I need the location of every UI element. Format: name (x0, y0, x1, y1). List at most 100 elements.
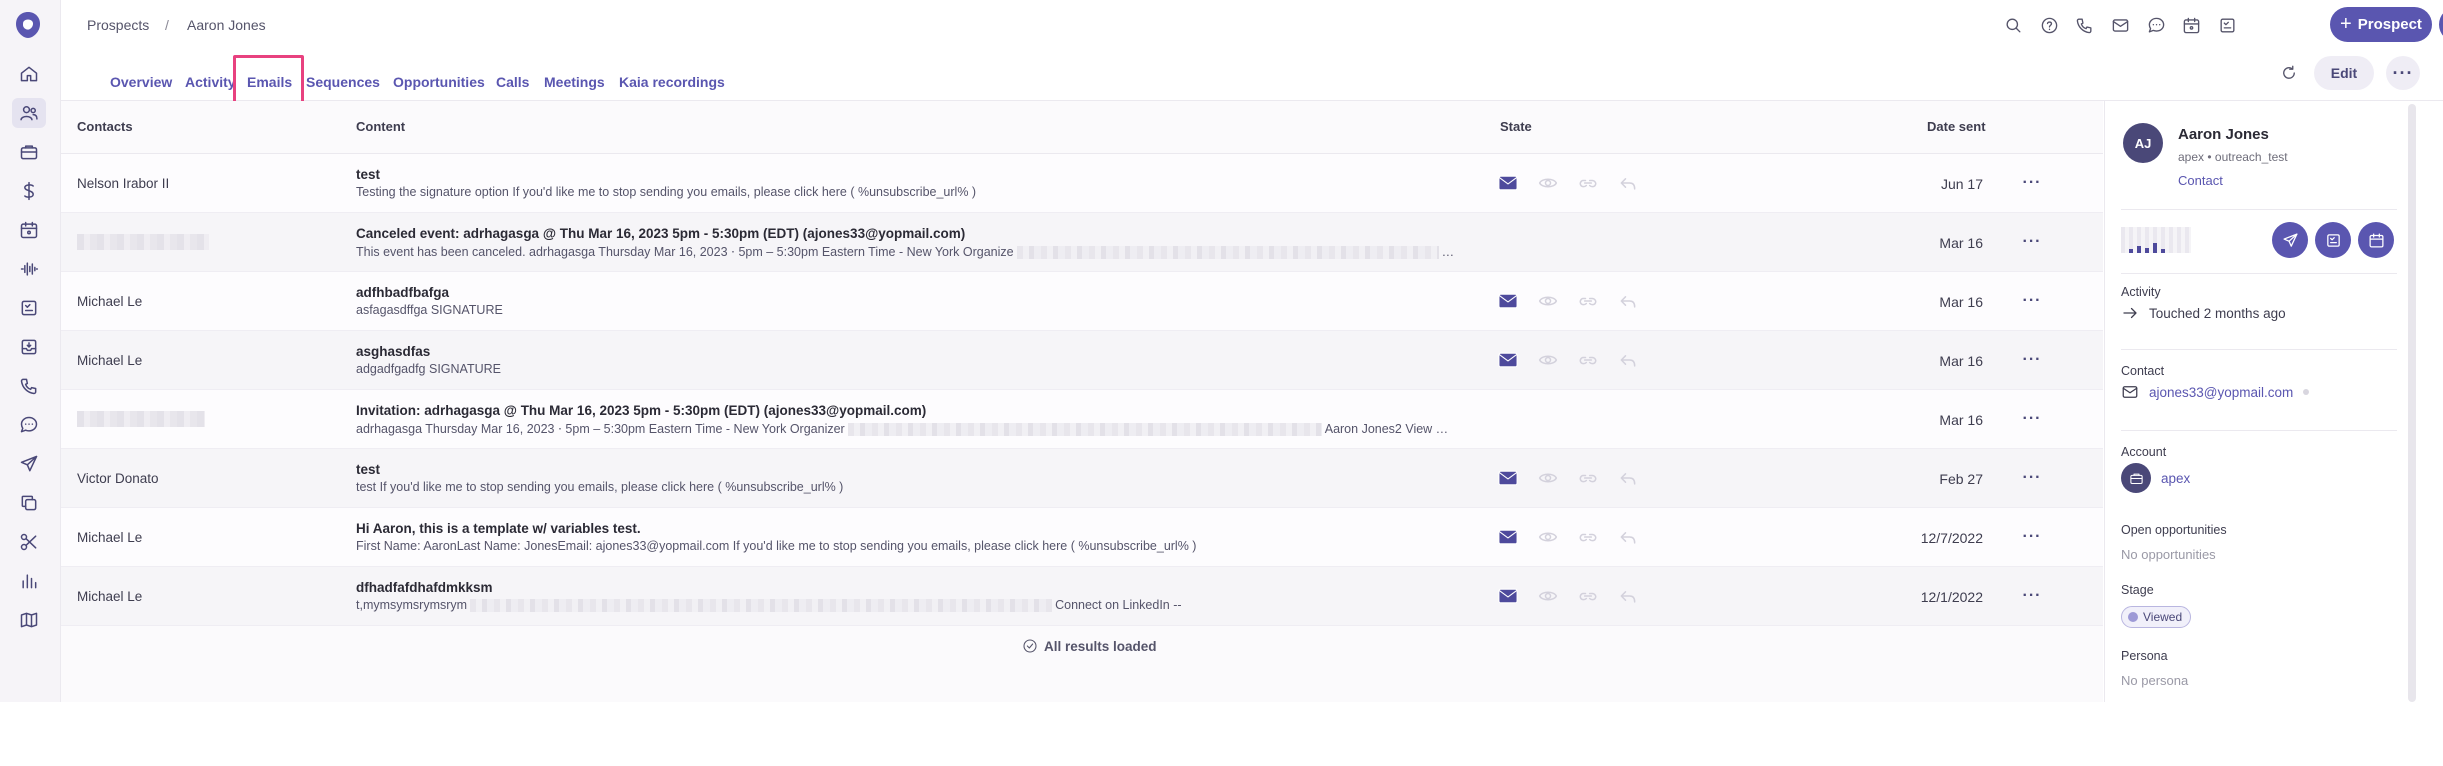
row-more-icon[interactable]: ··· (2019, 347, 2045, 373)
send-icon[interactable] (12, 449, 46, 479)
scissors-icon[interactable] (12, 527, 46, 557)
chat-icon[interactable] (2144, 13, 2168, 37)
bar-chart-icon[interactable] (12, 566, 46, 596)
replied-icon[interactable] (1616, 173, 1640, 193)
panel-scrollbar[interactable] (2408, 104, 2416, 702)
delivered-mail-icon[interactable] (1496, 586, 1520, 606)
row-contact[interactable]: Nelson Irabor II (77, 176, 169, 191)
phone-icon[interactable] (2072, 13, 2096, 37)
table-row[interactable]: Michael Le Hi Aaron, this is a template … (61, 508, 2103, 567)
row-more-icon[interactable]: ··· (2019, 229, 2045, 255)
row-more-icon[interactable]: ··· (2019, 465, 2045, 491)
table-row[interactable]: Nelson Irabor II test Testing the signat… (61, 154, 2103, 213)
mail-icon[interactable] (2108, 13, 2132, 37)
header-state[interactable]: State (1500, 119, 1532, 134)
row-subject[interactable]: Invitation: adrhagasga @ Thu Mar 16, 202… (356, 403, 926, 418)
add-task-button[interactable] (2315, 222, 2351, 258)
row-subject[interactable]: test (356, 167, 380, 182)
tab-opportunities[interactable]: Opportunities (393, 74, 485, 90)
outreach-logo-icon[interactable] (15, 11, 41, 39)
table-row[interactable]: Victor Donato test test If you'd like me… (61, 449, 2103, 508)
map-icon[interactable] (12, 605, 46, 635)
tab-calls[interactable]: Calls (496, 74, 529, 90)
clicked-link-icon[interactable] (1576, 173, 1600, 193)
delivered-mail-icon[interactable] (1496, 468, 1520, 488)
tab-overview[interactable]: Overview (110, 74, 172, 90)
row-more-icon[interactable]: ··· (2019, 583, 2045, 609)
header-content[interactable]: Content (356, 119, 405, 134)
task-icon[interactable] (12, 293, 46, 323)
row-more-icon[interactable]: ··· (2019, 288, 2045, 314)
row-more-icon[interactable]: ··· (2019, 170, 2045, 196)
refresh-icon[interactable] (2272, 56, 2306, 90)
clicked-link-icon[interactable] (1576, 350, 1600, 370)
tab-activity[interactable]: Activity (185, 74, 236, 90)
inbox-icon[interactable] (12, 332, 46, 362)
table-row[interactable]: Invitation: adrhagasga @ Thu Mar 16, 202… (61, 390, 2103, 449)
opened-eye-icon[interactable] (1536, 350, 1560, 370)
row-subject[interactable]: asghasdfas (356, 344, 430, 359)
stage-badge[interactable]: Viewed (2121, 606, 2192, 628)
delivered-mail-icon[interactable] (1496, 350, 1520, 370)
tab-kaia-recordings[interactable]: Kaia recordings (619, 74, 725, 90)
schedule-meeting-button[interactable] (2358, 222, 2394, 258)
replied-icon[interactable] (1616, 350, 1640, 370)
replied-icon[interactable] (1616, 586, 1640, 606)
calendar-icon[interactable] (12, 215, 46, 245)
opened-eye-icon[interactable] (1536, 173, 1560, 193)
row-subject[interactable]: adfhbadfbafga (356, 285, 449, 300)
help-icon[interactable] (2037, 13, 2061, 37)
row-more-icon[interactable]: ··· (2019, 524, 2045, 550)
contact-email-link[interactable]: ajones33@yopmail.com (2149, 385, 2293, 400)
chat-icon[interactable] (12, 410, 46, 440)
briefcase-icon[interactable] (12, 137, 46, 167)
clicked-link-icon[interactable] (1576, 291, 1600, 311)
tab-meetings[interactable]: Meetings (544, 74, 605, 90)
calendar-icon[interactable] (2179, 13, 2203, 37)
table-row[interactable]: Canceled event: adrhagasga @ Thu Mar 16,… (61, 213, 2103, 272)
row-subject[interactable]: Canceled event: adrhagasga @ Thu Mar 16,… (356, 226, 965, 241)
copy-icon[interactable] (12, 488, 46, 518)
breadcrumb-parent[interactable]: Prospects (87, 17, 149, 33)
replied-icon[interactable] (1616, 527, 1640, 547)
more-options-icon[interactable]: ··· (2386, 56, 2420, 90)
row-contact[interactable]: Michael Le (77, 294, 142, 309)
opened-eye-icon[interactable] (1536, 527, 1560, 547)
people-icon[interactable] (12, 98, 46, 128)
row-subject[interactable]: test (356, 462, 380, 477)
row-contact[interactable]: Michael Le (77, 589, 142, 604)
search-icon[interactable] (2001, 13, 2025, 37)
phone-icon[interactable] (12, 371, 46, 401)
replied-icon[interactable] (1616, 291, 1640, 311)
edit-button[interactable]: Edit (2314, 56, 2374, 90)
tab-sequences[interactable]: Sequences (306, 74, 380, 90)
header-date-sent[interactable]: Date sent (1927, 119, 1986, 134)
add-prospect-button[interactable]: + Prospect (2330, 7, 2432, 42)
row-subject[interactable]: dfhadfafdhafdmkksm (356, 580, 493, 595)
table-row[interactable]: Michael Le adfhbadfbafga asfagasdffga SI… (61, 272, 2103, 331)
clicked-link-icon[interactable] (1576, 527, 1600, 547)
row-more-icon[interactable]: ··· (2019, 406, 2045, 432)
clicked-link-icon[interactable] (1576, 586, 1600, 606)
account-link[interactable]: apex (2161, 471, 2190, 486)
delivered-mail-icon[interactable] (1496, 291, 1520, 311)
dollar-icon[interactable] (12, 176, 46, 206)
table-row[interactable]: Michael Le dfhadfafdhafdmkksm t,mymsymsr… (61, 567, 2103, 626)
row-contact[interactable]: Victor Donato (77, 471, 159, 486)
opened-eye-icon[interactable] (1536, 586, 1560, 606)
table-row[interactable]: Michael Le asghasdfas adgadfgadfg SIGNAT… (61, 331, 2103, 390)
waveform-icon[interactable] (12, 254, 46, 284)
task-icon[interactable] (2215, 13, 2239, 37)
row-contact[interactable]: Michael Le (77, 353, 142, 368)
opened-eye-icon[interactable] (1536, 291, 1560, 311)
delivered-mail-icon[interactable] (1496, 527, 1520, 547)
opened-eye-icon[interactable] (1536, 468, 1560, 488)
prospect-type-link[interactable]: Contact (2178, 173, 2223, 188)
header-contacts[interactable]: Contacts (77, 119, 133, 134)
clicked-link-icon[interactable] (1576, 468, 1600, 488)
send-email-button[interactable] (2272, 222, 2308, 258)
delivered-mail-icon[interactable] (1496, 173, 1520, 193)
home-icon[interactable] (12, 59, 46, 89)
replied-icon[interactable] (1616, 468, 1640, 488)
row-subject[interactable]: Hi Aaron, this is a template w/ variable… (356, 521, 641, 536)
